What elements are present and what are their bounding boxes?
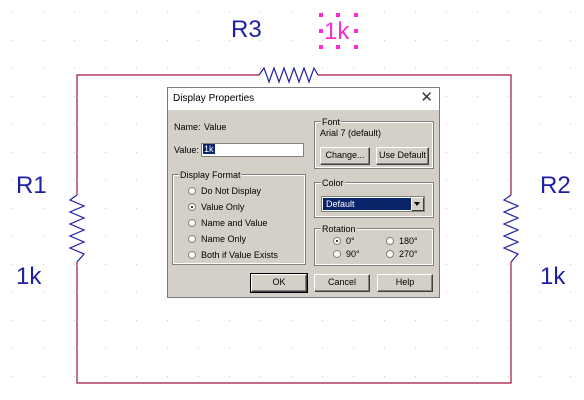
resistor-r1-symbol[interactable] [68, 194, 86, 263]
rotation-group: Rotation 0° 180° 90° 270° [314, 224, 434, 266]
resistor-r3-symbol[interactable] [258, 66, 319, 84]
current-font: Arial 7 (default) [320, 128, 382, 138]
radio-button[interactable] [386, 237, 394, 245]
name-value: Value [204, 122, 227, 132]
help-button[interactable]: Help [377, 274, 433, 292]
use-default-button[interactable]: Use Default [376, 147, 429, 165]
radio-label: Name Only [201, 234, 247, 244]
selection-handle-bottom-left[interactable] [319, 45, 323, 49]
selection-handle-mid-left[interactable] [319, 29, 323, 33]
ok-button[interactable]: OK [250, 273, 308, 293]
display-format-title: Display Format [179, 170, 242, 180]
selection-handle-mid-right[interactable] [354, 29, 358, 33]
radio-label: 270° [399, 249, 418, 259]
radio-label: 90° [346, 249, 360, 259]
radio-label: 0° [346, 236, 355, 246]
value-input[interactable]: 1k [201, 143, 304, 157]
display-properties-dialog: Display Properties ✕ Name: Value Value: … [167, 87, 440, 298]
radio-label: Value Only [201, 202, 245, 212]
color-select[interactable]: Default [321, 196, 425, 212]
r3-name-label[interactable]: R3 [231, 18, 262, 42]
rotation-group-title: Rotation [321, 224, 357, 234]
color-dropdown-button[interactable] [411, 197, 424, 211]
color-selected-value: Default [323, 198, 411, 210]
radio-label: Both if Value Exists [201, 250, 278, 260]
radio-label: Do Not Display [201, 186, 262, 196]
color-group-title: Color [321, 178, 345, 188]
selection-handle-top-mid[interactable] [336, 13, 340, 17]
cancel-button[interactable]: Cancel [314, 274, 370, 292]
r1-name-label[interactable]: R1 [16, 174, 47, 198]
selection-handle-top-left[interactable] [319, 13, 323, 17]
radio-button[interactable] [188, 251, 196, 259]
radio-label: 180° [399, 236, 418, 246]
radio-button[interactable] [188, 235, 196, 243]
selection-handle-top-right[interactable] [354, 13, 358, 17]
dialog-titlebar[interactable]: Display Properties ✕ [168, 88, 439, 110]
value-input-text: 1k [203, 144, 215, 154]
radio-button[interactable] [386, 250, 394, 258]
name-label: Name: [174, 122, 201, 132]
selection-handle-bottom-right[interactable] [354, 45, 358, 49]
r1-value-label[interactable]: 1k [16, 265, 41, 289]
r2-value-label[interactable]: 1k [540, 265, 565, 289]
dialog-title: Display Properties [173, 93, 255, 104]
font-group-title: Font [321, 117, 342, 127]
radio-button[interactable] [188, 219, 196, 227]
radio-button-checked[interactable] [333, 237, 341, 245]
chevron-down-icon [414, 202, 420, 206]
radio-label: Name and Value [201, 218, 268, 228]
display-format-group: Display Format Do Not Display Value Only… [172, 170, 306, 265]
value-label: Value: [174, 145, 199, 155]
radio-button[interactable] [333, 250, 341, 258]
r2-name-label[interactable]: R2 [540, 174, 571, 198]
change-font-button[interactable]: Change... [320, 147, 370, 165]
radio-button-checked[interactable] [188, 203, 196, 211]
selection-handle-bottom-mid[interactable] [336, 45, 340, 49]
radio-button[interactable] [188, 187, 196, 195]
close-icon[interactable]: ✕ [420, 90, 433, 106]
r3-value-label-selected[interactable]: 1k [324, 20, 349, 44]
resistor-r2-symbol[interactable] [502, 194, 520, 263]
font-group: Font Arial 7 (default) Change... Use Def… [314, 117, 434, 169]
